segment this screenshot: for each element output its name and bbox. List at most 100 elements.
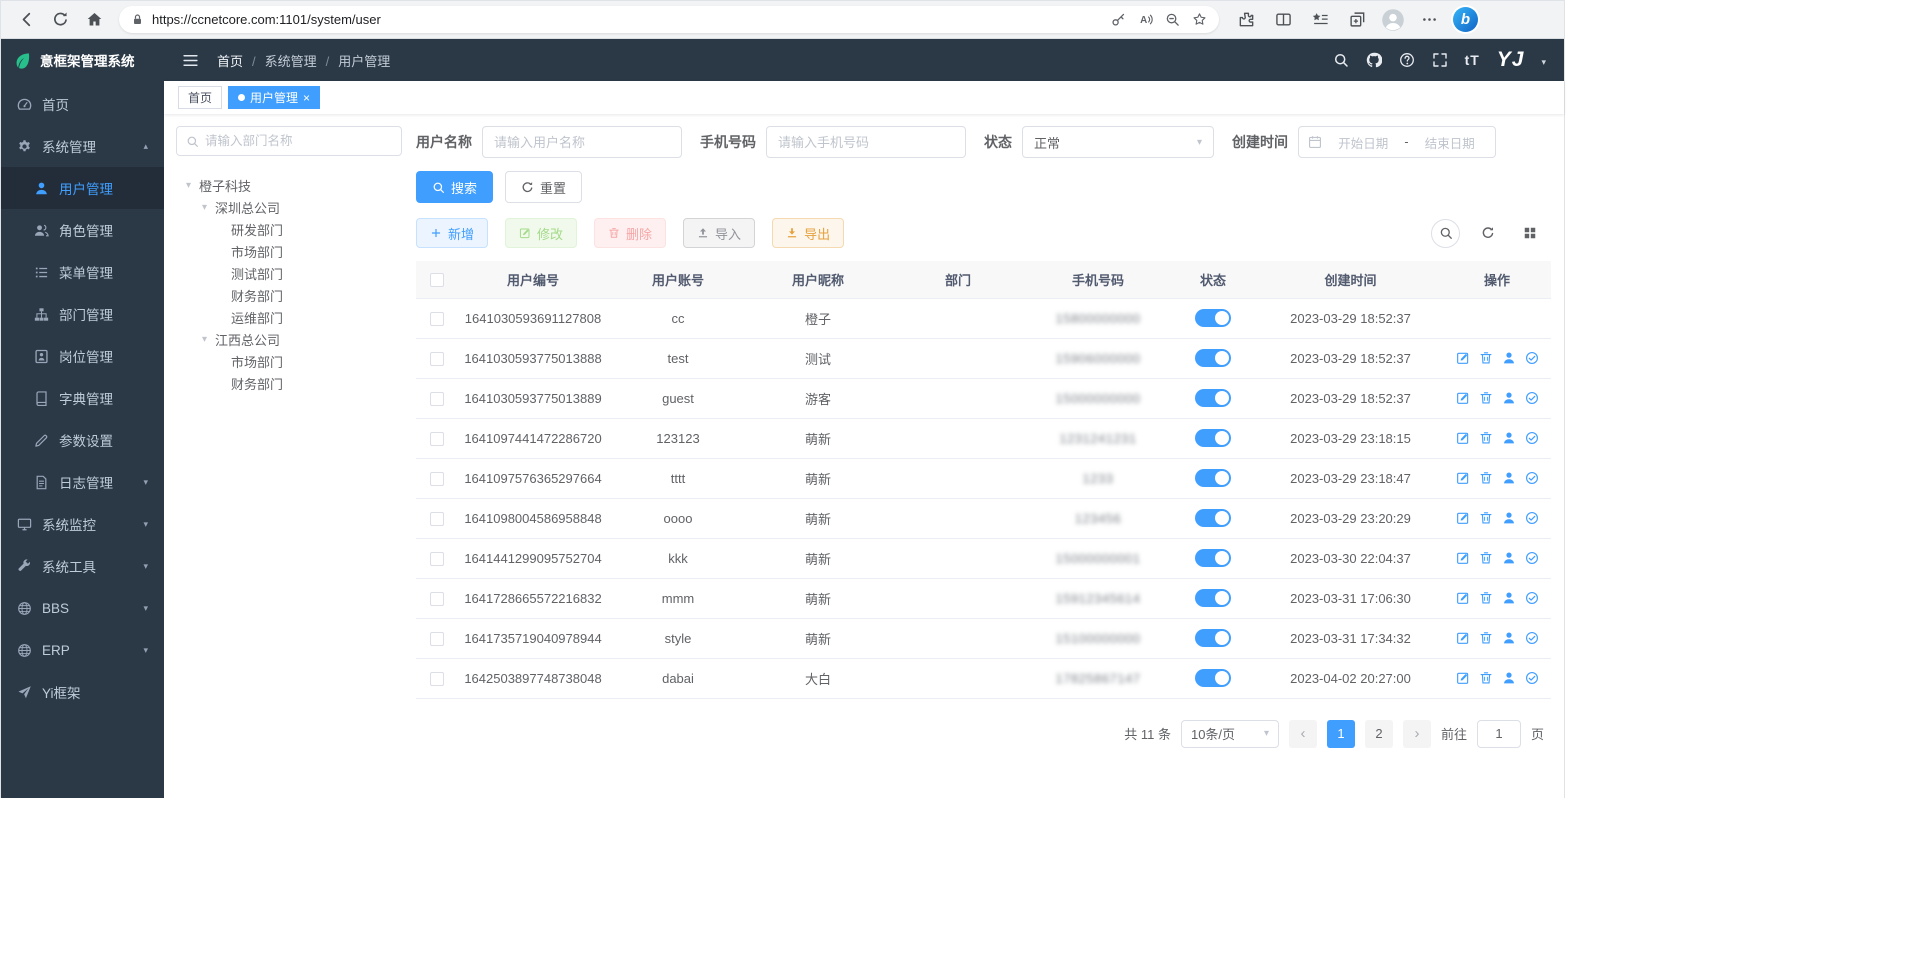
row-edit-icon[interactable] — [1456, 471, 1470, 485]
breadcrumb-item[interactable]: 系统管理 — [243, 51, 317, 70]
sidebar-menu-item[interactable]: 岗位管理 — [1, 335, 164, 377]
tab[interactable]: 用户管理 × — [228, 86, 320, 109]
profile-avatar-icon[interactable] — [1381, 8, 1405, 32]
status-select[interactable]: 正常 ▾ — [1022, 126, 1214, 158]
date-start-placeholder[interactable]: 开始日期 — [1327, 133, 1399, 152]
row-edit-icon[interactable] — [1456, 631, 1470, 645]
tree-node[interactable]: 市场部门 — [176, 350, 402, 372]
username-input[interactable] — [482, 126, 682, 158]
date-range-picker[interactable]: 开始日期 - 结束日期 — [1298, 126, 1496, 158]
row-assign-role-icon[interactable] — [1525, 551, 1539, 565]
page-size-select[interactable]: 10条/页 ▾ — [1181, 720, 1279, 748]
status-toggle[interactable] — [1195, 549, 1231, 567]
urlbar-tool[interactable] — [1111, 12, 1126, 27]
caret-down-icon[interactable]: ▾ — [198, 202, 211, 213]
status-toggle[interactable] — [1195, 349, 1231, 367]
row-checkbox[interactable] — [430, 672, 444, 686]
status-toggle[interactable] — [1195, 669, 1231, 687]
row-edit-icon[interactable] — [1456, 431, 1470, 445]
status-toggle[interactable] — [1195, 429, 1231, 447]
browser-tool-button[interactable] — [1307, 7, 1333, 33]
sidebar-menu-item[interactable]: 菜单管理 — [1, 251, 164, 293]
sidebar-menu-item[interactable]: 系统管理 ▴ — [1, 125, 164, 167]
date-end-placeholder[interactable]: 结束日期 — [1414, 133, 1486, 152]
tree-node[interactable]: 市场部门 — [176, 240, 402, 262]
sidebar-menu-item[interactable]: 字典管理 — [1, 377, 164, 419]
row-delete-icon[interactable] — [1479, 591, 1493, 605]
row-delete-icon[interactable] — [1479, 471, 1493, 485]
breadcrumb-item[interactable]: 首页 — [217, 51, 243, 70]
search-button[interactable]: 搜索 — [416, 171, 493, 203]
urlbar-tool[interactable]: A — [1138, 12, 1153, 27]
tab-close-icon[interactable]: × — [303, 92, 310, 104]
column-settings-button[interactable] — [1515, 219, 1544, 248]
row-assign-role-icon[interactable] — [1525, 631, 1539, 645]
urlbar-tool[interactable] — [1192, 12, 1207, 27]
page-jump-input[interactable] — [1477, 720, 1521, 748]
topbar-tool-button[interactable]: tT — [1465, 52, 1480, 68]
row-assign-role-icon[interactable] — [1525, 591, 1539, 605]
row-delete-icon[interactable] — [1479, 551, 1493, 565]
row-checkbox[interactable] — [430, 512, 444, 526]
status-toggle[interactable] — [1195, 629, 1231, 647]
export-button[interactable]: 导出 — [772, 218, 844, 248]
sidebar-menu-item[interactable]: 日志管理 ▾ — [1, 461, 164, 503]
row-reset-password-icon[interactable] — [1502, 351, 1516, 365]
browser-tool-button[interactable] — [1233, 7, 1259, 33]
tree-node[interactable]: 财务部门 — [176, 284, 402, 306]
row-checkbox[interactable] — [430, 632, 444, 646]
select-all-checkbox[interactable] — [430, 273, 444, 287]
row-reset-password-icon[interactable] — [1502, 591, 1516, 605]
prev-page-button[interactable]: ‹ — [1289, 720, 1317, 748]
sidebar-toggle-button[interactable] — [182, 52, 199, 69]
caret-down-icon[interactable]: ▾ — [182, 180, 195, 191]
row-reset-password-icon[interactable] — [1502, 511, 1516, 525]
row-edit-icon[interactable] — [1456, 391, 1470, 405]
row-checkbox[interactable] — [430, 352, 444, 366]
browser-nav-button[interactable] — [79, 5, 109, 35]
more-options-icon[interactable] — [1416, 7, 1442, 33]
topbar-tool-button[interactable] — [1399, 52, 1415, 68]
row-reset-password-icon[interactable] — [1502, 551, 1516, 565]
tree-node[interactable]: 运维部门 — [176, 306, 402, 328]
import-button[interactable]: 导入 — [683, 218, 755, 248]
tree-node[interactable]: 测试部门 — [176, 262, 402, 284]
breadcrumb-item[interactable]: 用户管理 — [317, 51, 391, 70]
reset-button[interactable]: 重置 — [505, 171, 582, 203]
tree-node[interactable]: ▾ 橙子科技 — [176, 174, 402, 196]
topbar-tool-button[interactable] — [1366, 52, 1382, 68]
row-delete-icon[interactable] — [1479, 631, 1493, 645]
row-checkbox[interactable] — [430, 432, 444, 446]
sidebar-menu-item[interactable]: 参数设置 — [1, 419, 164, 461]
yj-logo[interactable]: YJ — [1497, 48, 1525, 72]
page-number-button[interactable]: 1 — [1327, 720, 1355, 748]
caret-down-icon[interactable]: ▾ — [198, 334, 211, 345]
row-delete-icon[interactable] — [1479, 431, 1493, 445]
browser-nav-button[interactable] — [11, 5, 41, 35]
page-number-button[interactable]: 2 — [1365, 720, 1393, 748]
sidebar-menu-item[interactable]: 系统工具 ▾ — [1, 545, 164, 587]
row-delete-icon[interactable] — [1479, 511, 1493, 525]
bing-copilot-icon[interactable]: b — [1453, 7, 1478, 32]
row-assign-role-icon[interactable] — [1525, 351, 1539, 365]
row-checkbox[interactable] — [430, 392, 444, 406]
sidebar-menu-item[interactable]: 用户管理 — [1, 167, 164, 209]
row-checkbox[interactable] — [430, 552, 444, 566]
tree-node[interactable]: 财务部门 — [176, 372, 402, 394]
browser-nav-button[interactable] — [45, 5, 75, 35]
row-reset-password-icon[interactable] — [1502, 431, 1516, 445]
row-delete-icon[interactable] — [1479, 671, 1493, 685]
app-logo[interactable]: 意框架管理系统 — [1, 39, 164, 81]
phone-input[interactable] — [766, 126, 966, 158]
add-button[interactable]: 新增 — [416, 218, 488, 248]
dept-search-input[interactable] — [205, 134, 392, 148]
tree-node[interactable]: ▾ 深圳总公司 — [176, 196, 402, 218]
sidebar-menu-item[interactable]: Yi框架 — [1, 671, 164, 713]
row-edit-icon[interactable] — [1456, 671, 1470, 685]
browser-tool-button[interactable] — [1344, 7, 1370, 33]
row-delete-icon[interactable] — [1479, 391, 1493, 405]
row-edit-icon[interactable] — [1456, 591, 1470, 605]
status-toggle[interactable] — [1195, 309, 1231, 327]
row-assign-role-icon[interactable] — [1525, 671, 1539, 685]
url-text[interactable]: https://ccnetcore.com:1101/system/user — [152, 12, 1099, 27]
